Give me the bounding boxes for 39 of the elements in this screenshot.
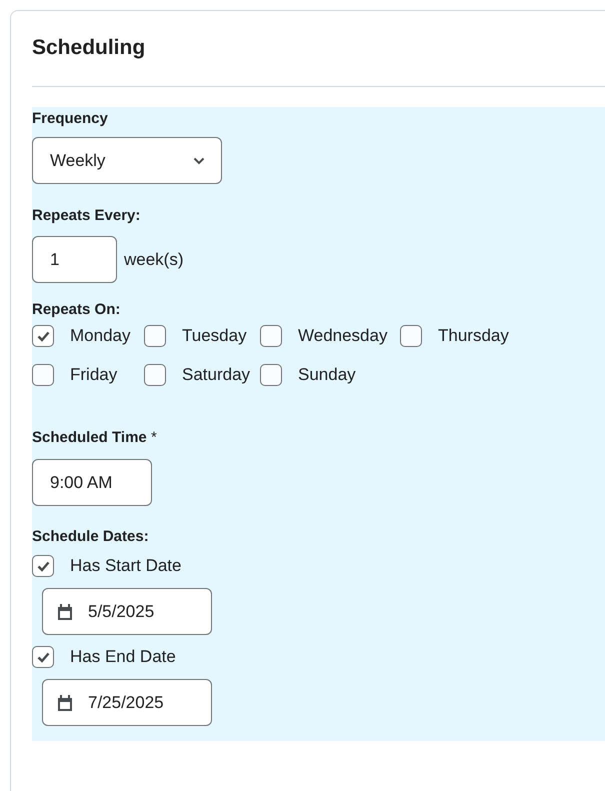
time-field[interactable]: 9:00 AM xyxy=(32,459,152,506)
checkbox[interactable] xyxy=(32,646,54,668)
day-label: Sunday xyxy=(298,364,356,386)
day-label: Wednesday xyxy=(298,325,388,347)
checkbox[interactable] xyxy=(32,364,54,386)
date-field[interactable]: 5/5/2025 xyxy=(42,588,212,635)
day-label: Tuesday xyxy=(182,325,247,347)
calendar-icon xyxy=(56,694,74,712)
unit-label: week(s) xyxy=(124,248,184,271)
field-label: Repeats On: xyxy=(32,300,122,320)
checkbox-label: Has Start Date xyxy=(70,555,182,577)
day-label: Friday xyxy=(70,364,118,386)
calendar-icon xyxy=(56,602,74,620)
checkbox[interactable] xyxy=(32,325,54,347)
date-value: 5/5/2025 xyxy=(88,600,154,623)
field-label: Schedule Dates: xyxy=(32,527,150,547)
checkbox[interactable] xyxy=(260,325,282,347)
checkbox[interactable] xyxy=(32,555,54,577)
field-label: Repeats Every: xyxy=(32,206,142,226)
checkmark-icon xyxy=(36,330,50,342)
day-label: Monday xyxy=(70,325,130,347)
checkmark-icon xyxy=(36,560,50,572)
date-field[interactable]: 7/25/2025 xyxy=(42,679,212,726)
select-value: Weekly xyxy=(50,150,106,172)
checkmark-icon xyxy=(36,652,50,662)
frequency-select[interactable]: Weekly xyxy=(32,137,222,184)
day-label: Saturday xyxy=(182,364,250,386)
checkbox[interactable] xyxy=(144,364,166,386)
checkbox-label: Has End Date xyxy=(70,646,176,668)
field-label: Frequency xyxy=(32,109,109,129)
section-title: Scheduling xyxy=(32,35,146,61)
repeat-interval-field[interactable]: 1 xyxy=(32,236,117,283)
field-label: Scheduled Time * xyxy=(32,428,158,448)
day-label: Thursday xyxy=(438,325,509,347)
date-value: 7/25/2025 xyxy=(88,692,164,714)
checkbox[interactable] xyxy=(400,325,422,347)
checkbox[interactable] xyxy=(144,325,166,347)
chevron-down-icon xyxy=(193,156,205,164)
checkbox[interactable] xyxy=(260,364,282,386)
